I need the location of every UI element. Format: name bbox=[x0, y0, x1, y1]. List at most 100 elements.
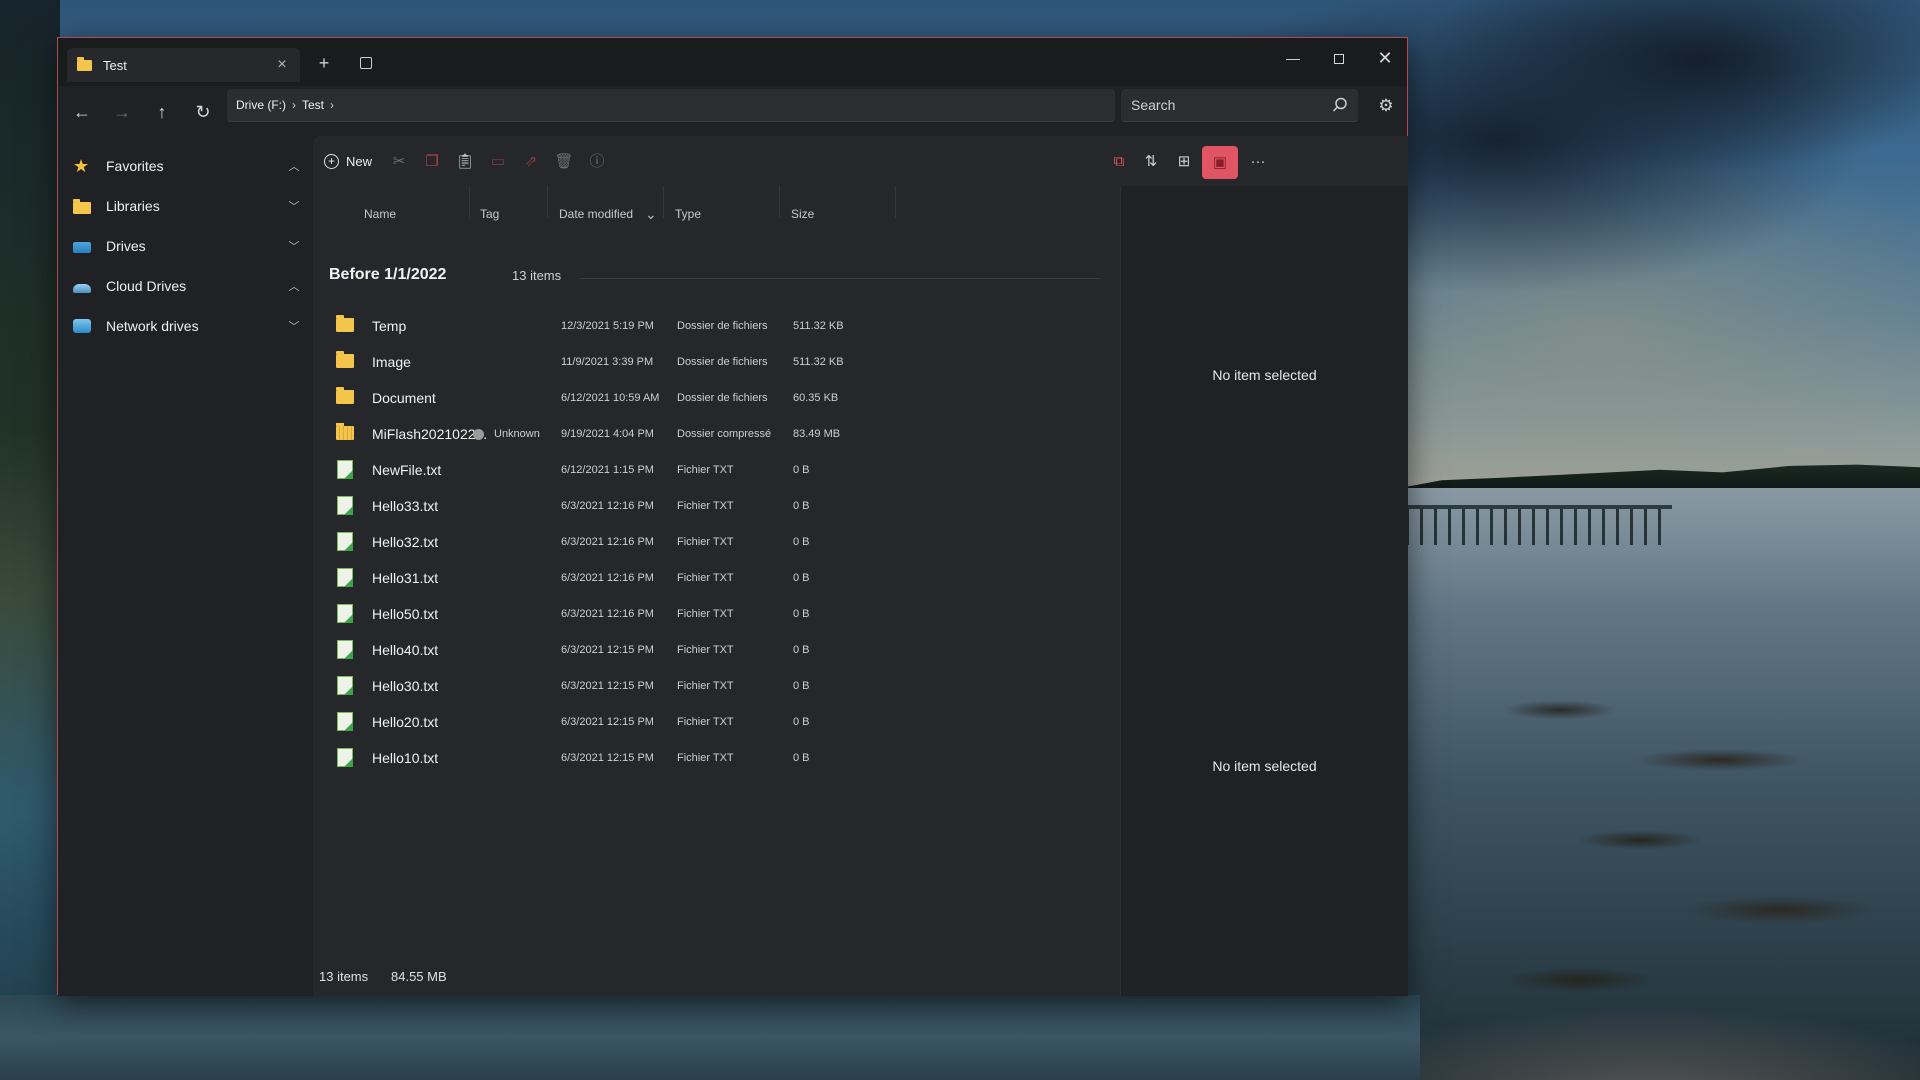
group-header-title[interactable]: Before 1/1/2022 bbox=[329, 266, 446, 284]
chevron-right-icon[interactable]: › bbox=[330, 98, 334, 112]
sidebar-item-libraries[interactable]: Libraries ﹀ bbox=[70, 189, 302, 223]
search-icon[interactable] bbox=[1331, 96, 1349, 114]
wallpaper-rocks bbox=[1420, 650, 1920, 1080]
column-divider[interactable] bbox=[895, 186, 896, 218]
zip-folder-icon bbox=[336, 423, 354, 440]
details-empty-message: No item selected bbox=[1212, 758, 1317, 774]
close-tab-button[interactable]: × bbox=[272, 55, 292, 75]
column-header-type[interactable]: Type bbox=[675, 200, 701, 228]
file-type: Dossier de fichiers bbox=[677, 356, 768, 368]
group-header-count: 13 items bbox=[512, 268, 562, 283]
file-name: MiFlash2021022... bbox=[372, 426, 488, 442]
share-icon[interactable]: ⇗ bbox=[517, 148, 545, 176]
column-divider[interactable] bbox=[663, 186, 664, 218]
column-header-size[interactable]: Size bbox=[791, 200, 814, 228]
column-header-tag[interactable]: Tag bbox=[480, 200, 499, 228]
title-bar[interactable]: Test × + — ✕ bbox=[58, 38, 1407, 86]
file-row[interactable]: Hello20.txt 6/3/2021 12:15 PM Fichier TXT 0… bbox=[327, 704, 1097, 740]
column-divider[interactable] bbox=[547, 186, 548, 218]
file-row[interactable]: Hello40.txt 6/3/2021 12:15 PM Fichier TXT 0… bbox=[327, 632, 1097, 668]
column-divider[interactable] bbox=[469, 186, 470, 218]
maximize-button[interactable] bbox=[1317, 46, 1361, 70]
column-divider[interactable] bbox=[779, 186, 780, 218]
more-options-button[interactable]: ··· bbox=[1244, 148, 1272, 176]
file-row[interactable]: Hello30.txt 6/3/2021 12:15 PM Fichier TXT 0… bbox=[327, 668, 1097, 704]
column-header-name[interactable]: Name bbox=[364, 200, 396, 228]
file-name: Temp bbox=[372, 318, 407, 334]
chevron-down-icon[interactable]: ﹀ bbox=[286, 238, 302, 254]
properties-icon[interactable]: ⓘ bbox=[583, 148, 611, 176]
search-placeholder: Search bbox=[1131, 97, 1176, 113]
file-size: 511.32 KB bbox=[793, 320, 844, 332]
file-date-modified: 6/12/2021 10:59 AM bbox=[561, 392, 660, 404]
file-tag-label: Unknown bbox=[494, 428, 540, 440]
new-tab-button[interactable]: + bbox=[312, 51, 336, 75]
close-window-button[interactable]: ✕ bbox=[1363, 46, 1407, 70]
file-size: 0 B bbox=[793, 536, 810, 548]
copy-icon[interactable]: ❐ bbox=[418, 148, 446, 176]
file-row[interactable]: Document 6/12/2021 10:59 AM Dossier de fic… bbox=[327, 380, 1097, 416]
file-row[interactable]: Hello32.txt 6/3/2021 12:16 PM Fichier TXT 0… bbox=[327, 524, 1097, 560]
cut-icon[interactable]: ✂ bbox=[385, 148, 413, 176]
file-row[interactable]: Hello31.txt 6/3/2021 12:16 PM Fichier TXT 0… bbox=[327, 560, 1097, 596]
breadcrumb-drive[interactable]: Drive (F:) bbox=[236, 98, 286, 112]
minimize-button[interactable]: — bbox=[1271, 46, 1315, 70]
file-row[interactable]: Image 11/9/2021 3:39 PM Dossier de fichier… bbox=[327, 344, 1097, 380]
chevron-up-icon[interactable]: ︿ bbox=[286, 158, 302, 174]
file-name: Hello20.txt bbox=[372, 714, 439, 730]
file-row[interactable]: NewFile.txt 6/12/2021 1:15 PM Fichier TXT 0… bbox=[327, 452, 1097, 488]
file-tag[interactable]: Unknown bbox=[473, 416, 540, 452]
preview-pane-toggle-button[interactable]: ▣ bbox=[1202, 146, 1238, 179]
breadcrumb-test[interactable]: Test bbox=[302, 98, 324, 112]
text-file-icon bbox=[337, 676, 353, 695]
text-file-icon bbox=[337, 640, 353, 659]
sidebar-item-label: Network drives bbox=[106, 318, 199, 334]
refresh-button[interactable]: ↻ bbox=[189, 98, 217, 126]
new-button[interactable]: + New bbox=[324, 146, 386, 176]
column-header-date-modified[interactable]: Date modified bbox=[559, 200, 633, 228]
settings-button[interactable]: ⚙ bbox=[1373, 93, 1399, 119]
search-input[interactable]: Search bbox=[1121, 89, 1358, 122]
file-name: Hello31.txt bbox=[372, 570, 439, 586]
sort-chevron-icon[interactable]: ⌄ bbox=[645, 200, 657, 228]
delete-icon[interactable]: 🗑︎ bbox=[550, 148, 578, 176]
drive-icon bbox=[73, 241, 91, 253]
sidebar-item-cloud-drives[interactable]: Cloud Drives ︿ bbox=[70, 269, 302, 303]
file-row[interactable]: Hello10.txt 6/3/2021 12:15 PM Fichier TXT 0… bbox=[327, 740, 1097, 776]
file-size: 0 B bbox=[793, 644, 810, 656]
sidebar-item-favorites[interactable]: ★ Favorites ︿ bbox=[70, 149, 302, 183]
layout-mode-icon[interactable]: ⧉ bbox=[1105, 148, 1133, 176]
file-row[interactable]: Hello50.txt 6/3/2021 12:16 PM Fichier TXT 0… bbox=[327, 596, 1097, 632]
forward-button[interactable]: → bbox=[108, 98, 136, 126]
file-name: Image bbox=[372, 354, 411, 370]
file-row[interactable]: MiFlash2021022... 9/19/2021 4:04 PM Dossie… bbox=[327, 416, 1097, 452]
preview-toolbar: ⧉ ⇅ ⊞ ▣ ··· bbox=[1114, 136, 1408, 186]
up-button[interactable]: ↑ bbox=[148, 98, 176, 126]
address-bar[interactable]: Drive (F:) › Test › bbox=[227, 89, 1115, 122]
rename-icon[interactable]: ▭ bbox=[484, 148, 512, 176]
file-name: NewFile.txt bbox=[372, 462, 442, 478]
file-type: Fichier TXT bbox=[677, 608, 734, 620]
file-row[interactable]: Hello33.txt 6/3/2021 12:16 PM Fichier TXT 0… bbox=[327, 488, 1097, 524]
group-icon[interactable]: ⊞ bbox=[1170, 148, 1198, 176]
files-app-window: Test × + — ✕ ← → ↑ ↻ Drive (F:) › Test ›… bbox=[57, 37, 1408, 996]
chevron-down-icon[interactable]: ﹀ bbox=[286, 318, 302, 334]
tab-test[interactable]: Test × bbox=[67, 48, 300, 82]
back-button[interactable]: ← bbox=[68, 98, 96, 126]
chevron-up-icon[interactable]: ︿ bbox=[286, 278, 302, 294]
file-size: 60.35 KB bbox=[793, 392, 839, 404]
sort-icon[interactable]: ⇅ bbox=[1137, 148, 1165, 176]
sidebar-item-network-drives[interactable]: Network drives ﹀ bbox=[70, 309, 302, 343]
text-file-icon bbox=[337, 748, 353, 767]
file-date-modified: 6/3/2021 12:16 PM bbox=[561, 608, 654, 620]
file-name: Hello50.txt bbox=[372, 606, 439, 622]
duplicate-tab-button[interactable] bbox=[354, 51, 378, 75]
file-type: Fichier TXT bbox=[677, 572, 734, 584]
chevron-down-icon[interactable]: ﹀ bbox=[286, 198, 302, 214]
file-size: 0 B bbox=[793, 572, 810, 584]
paste-icon[interactable]: 📋︎ bbox=[451, 148, 479, 176]
sidebar-item-drives[interactable]: Drives ﹀ bbox=[70, 229, 302, 263]
file-date-modified: 6/3/2021 12:15 PM bbox=[561, 752, 654, 764]
text-file-icon bbox=[337, 532, 353, 551]
file-row[interactable]: Temp 12/3/2021 5:19 PM Dossier de fichiers… bbox=[327, 308, 1097, 344]
